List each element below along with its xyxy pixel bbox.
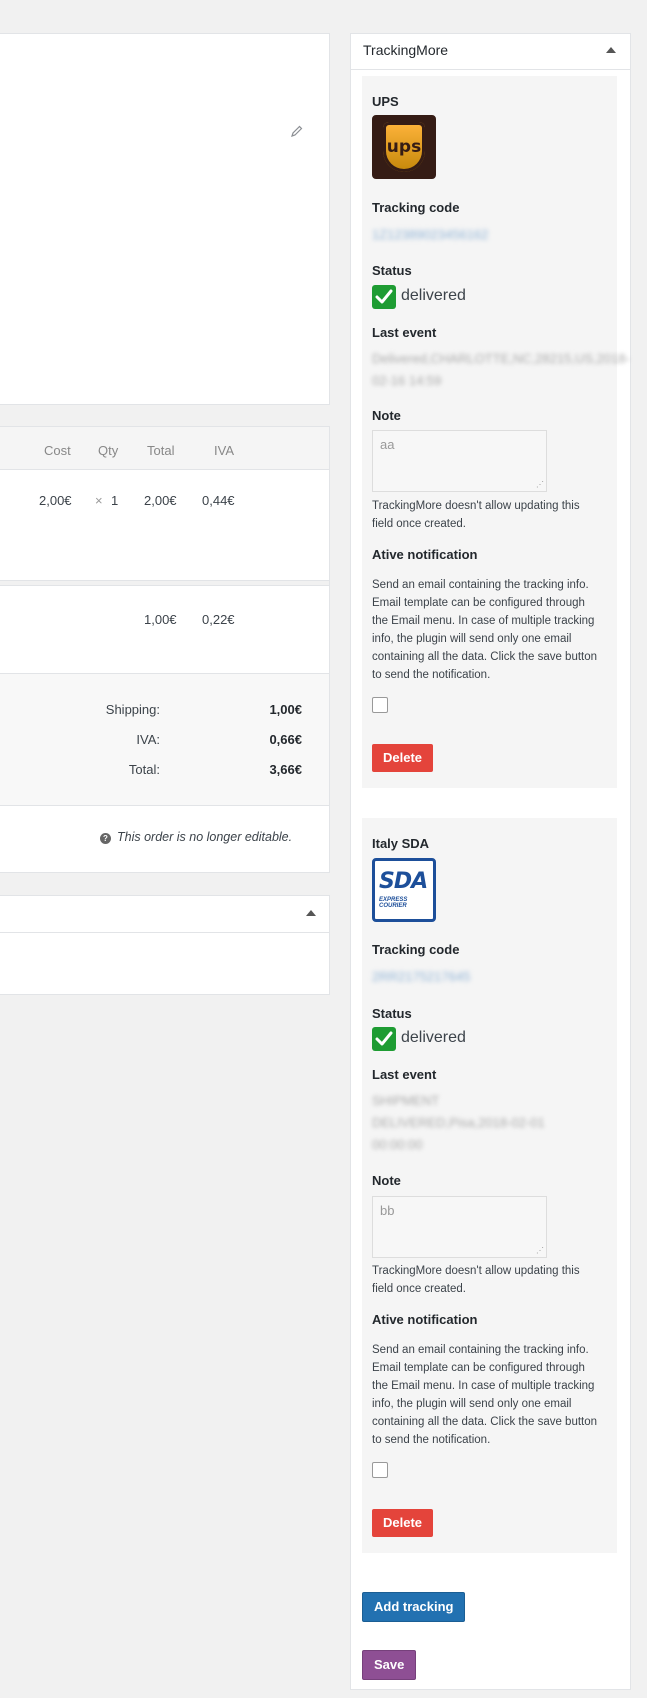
ups-shield-shape: ups	[383, 122, 425, 172]
collapse-arrow-icon[interactable]	[306, 910, 316, 916]
item-total: 2,00€	[144, 493, 177, 508]
add-tracking-button[interactable]: Add tracking	[362, 1592, 466, 1622]
note-help: TrackingMore doesn't allow updating this…	[372, 500, 580, 530]
note-field[interactable]: bb ⋰	[372, 1196, 547, 1258]
delete-button[interactable]: Delete	[372, 744, 434, 772]
edit-pencil-icon[interactable]	[291, 125, 305, 139]
check-icon	[372, 285, 396, 309]
order-details-panel	[0, 33, 330, 405]
carrier-name: UPS	[372, 94, 399, 109]
note-label: Note	[372, 1173, 401, 1188]
resize-grip-icon[interactable]: ⋰	[536, 481, 544, 489]
tracking-code-label: Tracking code	[372, 942, 460, 957]
last-event-label: Last event	[372, 325, 437, 340]
resize-grip-icon[interactable]: ⋰	[536, 1247, 544, 1255]
info-icon: ?	[100, 833, 111, 844]
item-qty: 1	[111, 493, 119, 508]
totals-value-iva: 0,66€	[269, 732, 302, 747]
sda-logo-lettering: SDA	[379, 869, 428, 894]
col-header-cost: Cost	[44, 443, 71, 458]
totals-values: 1,00€ 0,66€ 3,66€	[230, 702, 302, 792]
col-header-qty: Qty	[98, 443, 119, 458]
shipping-total: 1,00€	[144, 612, 177, 627]
item-iva: 0,44€	[202, 493, 235, 508]
note-label: Note	[372, 408, 401, 423]
carrier-name: Italy SDA	[372, 836, 430, 851]
check-icon	[372, 1027, 396, 1051]
tracking-card-ups: UPS ups Tracking code 1Z12389023456162 S…	[362, 76, 630, 788]
box-title: TrackingMore	[363, 42, 449, 58]
save-button[interactable]: Save	[362, 1650, 417, 1680]
note-help: TrackingMore doesn't allow updating this…	[372, 1265, 580, 1295]
notification-label: Ative notification	[372, 1312, 478, 1327]
notification-help: Send an email containing the tracking in…	[372, 1344, 598, 1446]
last-event-label: Last event	[372, 1067, 437, 1082]
tracking-code-label: Tracking code	[372, 200, 460, 215]
not-editable-message: This order is no longer editable.	[117, 830, 293, 844]
sda-logo-tagline: EXPRESS COURIER	[379, 897, 408, 909]
col-header-iva: IVA	[214, 443, 234, 458]
shipping-iva: 0,22€	[202, 612, 235, 627]
ups-logo-lettering: ups	[386, 137, 422, 157]
totals-value-total: 3,66€	[269, 762, 302, 777]
status-value: delivered	[401, 1029, 466, 1046]
note-value: aa	[380, 437, 395, 452]
totals-value-shipping: 1,00€	[269, 702, 302, 717]
tracking-code-value[interactable]: 2RR2175217645	[372, 969, 470, 984]
last-event-value: Delivered,CHARLOTTE,NC,28215,US,2018-02-…	[372, 351, 630, 388]
status-label: Status	[372, 263, 412, 278]
tracking-card-sda: Italy SDA SDA EXPRESS COURIER Tracking c…	[362, 818, 617, 1553]
collapse-arrow-icon[interactable]	[606, 47, 616, 53]
col-header-total: Total	[147, 443, 175, 458]
notification-checkbox[interactable]	[372, 697, 388, 713]
note-value: bb	[380, 1203, 395, 1218]
totals-labels: Shipping: IVA: Total:	[0, 702, 160, 792]
notification-checkbox[interactable]	[372, 1462, 388, 1478]
divider	[0, 580, 329, 586]
item-qty-mark: ×	[95, 493, 103, 508]
delete-button[interactable]: Delete	[372, 1509, 434, 1537]
last-event-value: SHIPMENT DELIVERED,Pisa,2018-02-01 00:00…	[372, 1093, 545, 1152]
totals-label-total: Total:	[128, 762, 160, 777]
item-cost: 2,00€	[39, 493, 72, 508]
sda-logo-icon: SDA EXPRESS COURIER	[372, 858, 436, 922]
note-field[interactable]: aa ⋰	[372, 430, 547, 492]
status-label: Status	[372, 1006, 412, 1021]
tracking-code-value[interactable]: 1Z12389023456162	[372, 227, 488, 242]
notification-label: Ative notification	[372, 547, 478, 562]
status-value: delivered	[401, 287, 466, 304]
totals-label-shipping: Shipping:	[105, 702, 160, 717]
notification-help: Send an email containing the tracking in…	[372, 579, 598, 681]
collapsed-panel-header[interactable]	[0, 896, 329, 933]
ups-logo-icon: ups	[372, 115, 436, 179]
totals-label-iva: IVA:	[136, 732, 160, 747]
